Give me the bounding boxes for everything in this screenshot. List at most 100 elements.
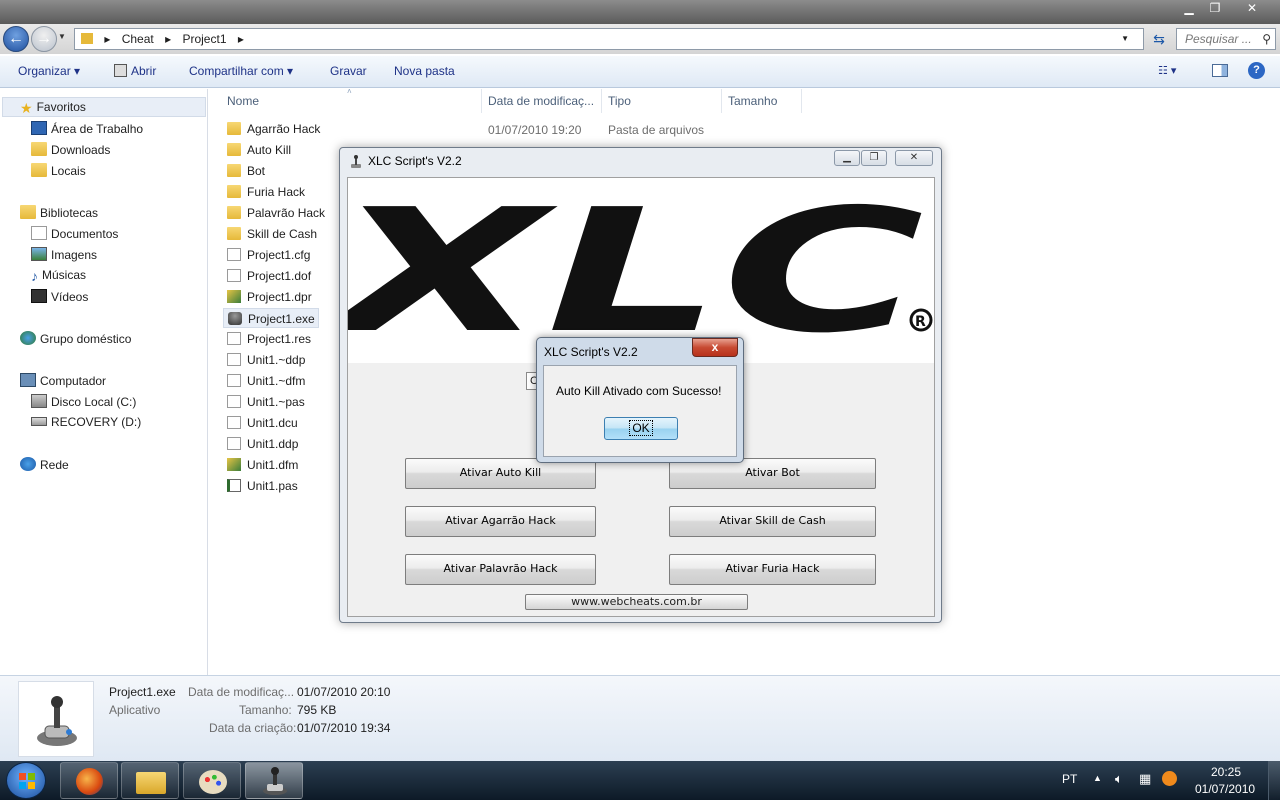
search-input[interactable]: Pesquisar ... ⚲: [1176, 28, 1276, 50]
pictures-icon: [31, 247, 47, 261]
recent-pages-chevron-icon[interactable]: ▼: [58, 32, 66, 41]
delphi-project-icon: [227, 290, 241, 303]
ativar-palavrao-hack-button[interactable]: Ativar Palavrão Hack: [405, 554, 596, 585]
breadcrumb-cheat[interactable]: Cheat: [122, 32, 154, 46]
show-desktop-button[interactable]: [1268, 761, 1280, 800]
nav-bibliotecas[interactable]: Bibliotecas: [20, 205, 98, 220]
breadcrumb-separator-icon[interactable]: ▸: [165, 32, 171, 46]
start-button[interactable]: [6, 762, 46, 799]
back-button[interactable]: ←: [3, 26, 29, 52]
preview-pane-icon[interactable]: [1212, 64, 1228, 80]
breadcrumb-separator-icon[interactable]: ▸: [238, 32, 244, 46]
column-separator[interactable]: [801, 89, 802, 113]
ativar-skill-de-cash-button[interactable]: Ativar Skill de Cash: [669, 506, 876, 537]
nav-downloads[interactable]: Downloads: [31, 142, 110, 157]
ativar-agarrao-hack-button[interactable]: Ativar Agarrão Hack: [405, 506, 596, 537]
network-status-icon[interactable]: ▦: [1139, 771, 1151, 787]
search-icon[interactable]: ⚲: [1262, 29, 1271, 49]
show-hidden-icons-icon[interactable]: ▲: [1093, 773, 1102, 783]
forward-button[interactable]: →: [31, 26, 57, 52]
file-thumbnail: [18, 681, 94, 757]
view-options-icon[interactable]: ☷ ▾: [1158, 64, 1176, 77]
pascal-file-icon: [227, 479, 241, 492]
nav-rede[interactable]: Rede: [20, 457, 69, 472]
column-header-nome[interactable]: Nome: [227, 94, 259, 108]
volume-icon[interactable]: 🔈︎: [1115, 771, 1123, 787]
nav-area-trabalho[interactable]: Área de Trabalho: [31, 121, 143, 136]
libraries-icon: [20, 205, 36, 219]
details-file-name: Project1.exe: [109, 685, 176, 699]
joystick-icon: [351, 155, 361, 168]
taskbar-firefox[interactable]: [60, 762, 118, 799]
places-folder-icon: [31, 163, 47, 177]
downloads-folder-icon: [31, 142, 47, 156]
joystick-app-icon: [228, 312, 242, 325]
joystick-icon: [263, 767, 287, 795]
folder-icon: [81, 33, 93, 44]
maximize-button[interactable]: ❐: [1204, 0, 1226, 18]
column-header-tipo[interactable]: Tipo: [608, 94, 631, 108]
folder-icon: [227, 206, 241, 219]
gravar-button[interactable]: Gravar: [330, 64, 367, 78]
file-date: 01/07/2010 19:20: [488, 123, 582, 137]
taskbar-xlc-app[interactable]: [245, 762, 303, 799]
command-bar: Organizar ▾ Abrir Compartilhar com ▾ Gra…: [0, 56, 1280, 88]
clock-date[interactable]: 01/07/2010: [1195, 782, 1255, 796]
folder-icon: [136, 772, 166, 794]
nav-grupo-domestico[interactable]: Grupo doméstico: [20, 331, 131, 346]
column-header-data[interactable]: Data de modificaç...: [488, 94, 594, 108]
nav-documentos[interactable]: Documentos: [31, 226, 118, 241]
breadcrumb-project1[interactable]: Project1: [182, 32, 226, 46]
notification-app-icon[interactable]: [1162, 771, 1177, 786]
compartilhar-button[interactable]: Compartilhar com ▾: [189, 64, 293, 78]
close-button[interactable]: ✕: [1232, 0, 1272, 18]
column-separator[interactable]: [601, 89, 602, 113]
dialog-message: Auto Kill Ativado com Sucesso!: [556, 384, 722, 398]
nav-locais[interactable]: Locais: [31, 163, 86, 178]
nav-videos[interactable]: Vídeos: [31, 289, 88, 304]
ok-button[interactable]: OK: [604, 417, 678, 440]
nav-computador[interactable]: Computador: [20, 373, 106, 388]
address-input[interactable]: ▸ Cheat ▸ Project1 ▸ ▼: [74, 28, 1144, 50]
nav-musicas[interactable]: ♪ Músicas: [31, 268, 86, 284]
clock-time[interactable]: 20:25: [1211, 765, 1241, 779]
column-separator[interactable]: [481, 89, 482, 113]
organizar-button[interactable]: Organizar ▾: [18, 64, 80, 78]
windows-logo-icon: [19, 773, 35, 789]
nav-disco-c[interactable]: Disco Local (C:): [31, 394, 136, 409]
address-dropdown-icon[interactable]: ▼: [1121, 29, 1129, 49]
nav-recovery-d[interactable]: RECOVERY (D:): [31, 415, 141, 429]
column-separator[interactable]: [721, 89, 722, 113]
minimize-button[interactable]: ▁: [1178, 0, 1200, 18]
folder-icon: [227, 164, 241, 177]
app-minimize-button[interactable]: ▁: [834, 150, 860, 166]
details-created-label: Data da criação:: [209, 721, 297, 735]
xlc-logo-image: XLC R: [348, 178, 933, 363]
nav-imagens[interactable]: Imagens: [31, 247, 97, 262]
webcheats-link-button[interactable]: www.webcheats.com.br: [525, 594, 748, 610]
dialog-title: XLC Script's V2.2: [544, 345, 638, 359]
column-header-tamanho[interactable]: Tamanho: [728, 94, 777, 108]
firefox-icon: [76, 768, 103, 795]
nova-pasta-button[interactable]: Nova pasta: [394, 64, 455, 78]
taskbar-explorer[interactable]: [121, 762, 179, 799]
language-indicator[interactable]: PT: [1062, 772, 1077, 786]
joystick-icon: [37, 696, 77, 746]
breadcrumb-separator-icon[interactable]: ▸: [104, 32, 110, 46]
refresh-icon[interactable]: ⇆: [1148, 28, 1170, 50]
documents-icon: [31, 226, 47, 240]
taskbar-paint[interactable]: [183, 762, 241, 799]
ativar-furia-hack-button[interactable]: Ativar Furia Hack: [669, 554, 876, 585]
address-bar-area: ← → ▼ ▸ Cheat ▸ Project1 ▸ ▼ ⇆ Pesquisar…: [0, 24, 1280, 54]
network-icon: [20, 457, 36, 471]
desktop-icon: [31, 121, 47, 135]
resource-file-icon: [227, 332, 241, 345]
app-maximize-button[interactable]: ❐: [861, 150, 887, 166]
app-close-button[interactable]: ✕: [895, 150, 933, 166]
list-item-selected[interactable]: Project1.exe: [223, 308, 319, 328]
nav-favoritos[interactable]: ★ Favoritos: [20, 100, 86, 116]
dialog-close-button[interactable]: x: [692, 338, 738, 357]
delphi-form-icon: [227, 458, 241, 471]
help-icon[interactable]: ?: [1248, 62, 1265, 79]
abrir-button[interactable]: Abrir: [114, 64, 156, 78]
